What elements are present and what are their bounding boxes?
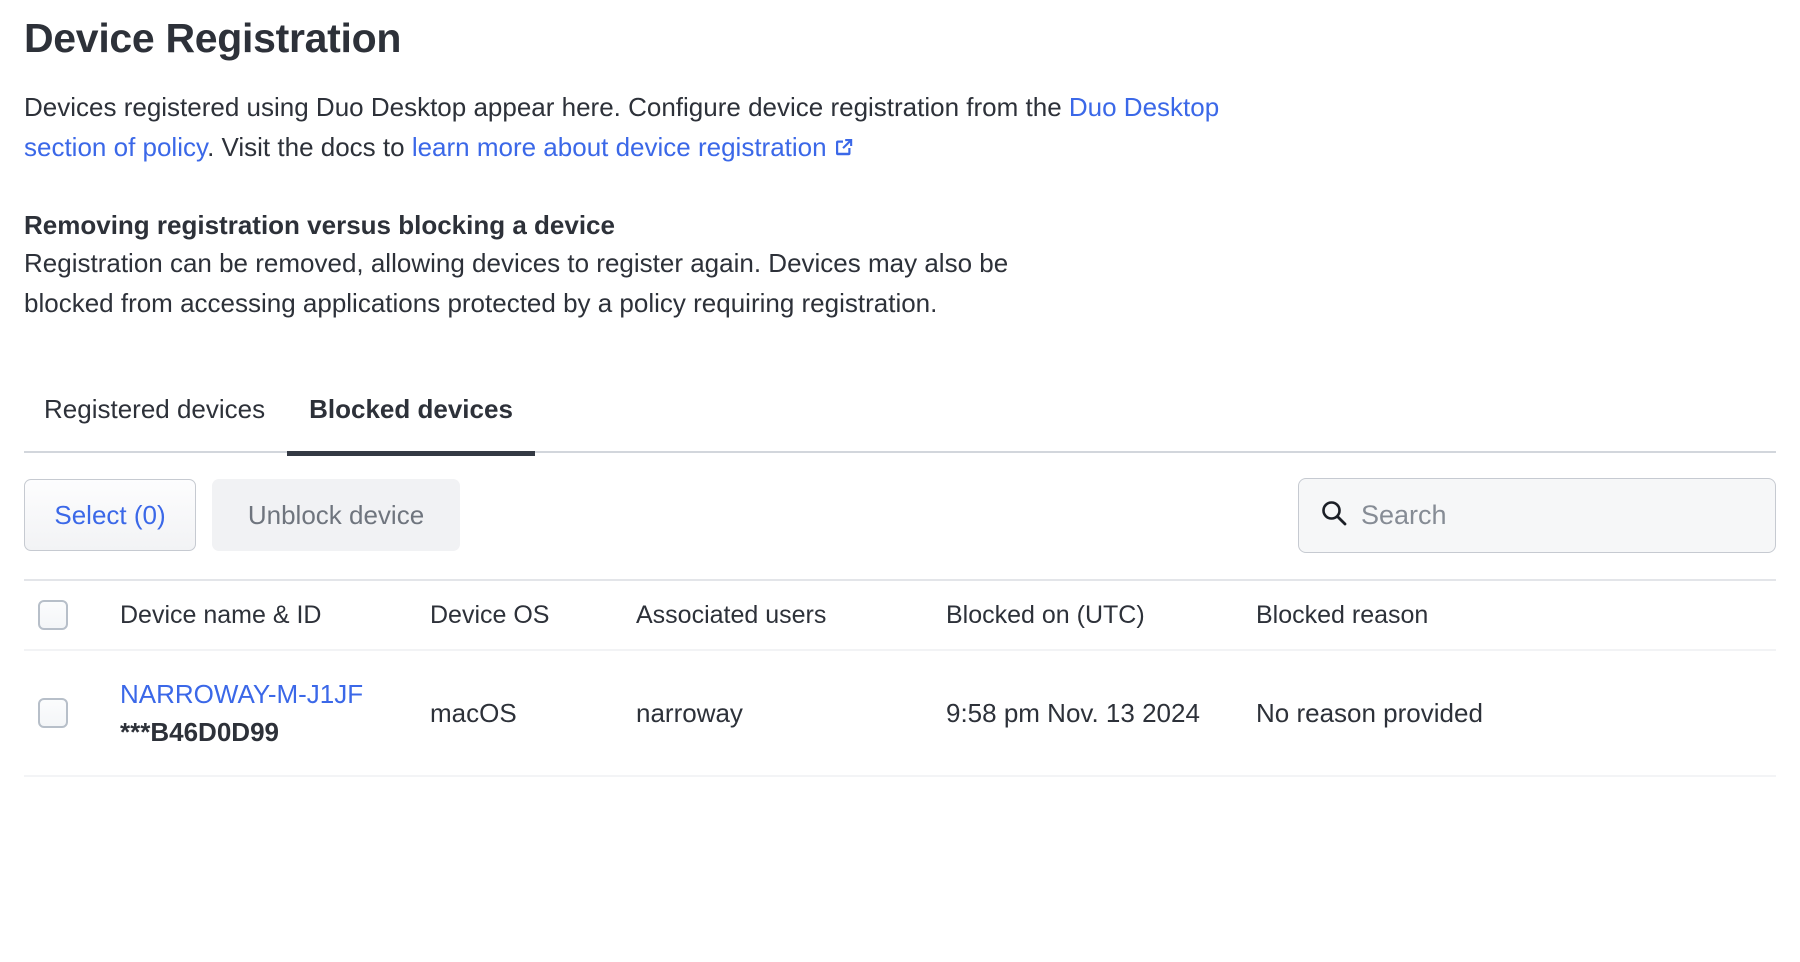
table-row: NARROWAY-M-J1JF ***B46D0D99 macOS narrow… [24,650,1776,776]
cell-device-name-id: NARROWAY-M-J1JF ***B46D0D99 [120,650,430,776]
column-header-device-name-id: Device name & ID [120,580,430,650]
device-id-text: ***B46D0D99 [120,715,430,749]
select-all-checkbox[interactable] [38,600,68,630]
info-heading: Removing registration versus blocking a … [24,207,1284,243]
learn-more-device-registration-link[interactable]: learn more about device registration [412,132,855,162]
external-link-icon [833,129,855,169]
blocked-devices-table: Device name & ID Device OS Associated us… [24,579,1776,777]
search-box[interactable] [1298,478,1776,553]
tab-registered-devices[interactable]: Registered devices [22,393,287,451]
info-body-line-1: Registration can be removed, allowing de… [24,243,1284,283]
intro-paragraph: Devices registered using Duo Desktop app… [24,87,1284,169]
column-header-associated-users: Associated users [636,580,946,650]
device-name-link[interactable]: NARROWAY-M-J1JF [120,677,430,711]
cell-associated-users: narroway [636,650,946,776]
cell-device-os: macOS [430,650,636,776]
intro-text-part-2: . Visit the docs to [207,132,412,162]
column-header-device-os: Device OS [430,580,636,650]
column-header-blocked-on: Blocked on (UTC) [946,580,1256,650]
page-title: Device Registration [24,0,1776,63]
tab-blocked-devices[interactable]: Blocked devices [287,393,535,451]
cell-blocked-reason: No reason provided [1256,650,1776,776]
info-body-line-2: blocked from accessing applications prot… [24,283,1284,323]
column-header-blocked-reason: Blocked reason [1256,580,1776,650]
table-header: Device name & ID Device OS Associated us… [24,580,1776,650]
tabs-bar: Registered devices Blocked devices [24,393,1776,453]
learn-more-link-label: learn more about device registration [412,132,827,162]
select-all-header-cell [24,580,120,650]
table-header-row: Device name & ID Device OS Associated us… [24,580,1776,650]
device-registration-page: Device Registration Devices registered u… [0,0,1800,962]
unblock-device-button[interactable]: Unblock device [212,479,460,551]
search-icon [1319,498,1349,533]
search-input[interactable] [1361,500,1755,531]
intro-text-part-1: Devices registered using Duo Desktop app… [24,92,1069,122]
table-toolbar: Select (0) Unblock device [24,479,1776,551]
table-body: NARROWAY-M-J1JF ***B46D0D99 macOS narrow… [24,650,1776,776]
row-select-cell [24,650,120,776]
removing-vs-blocking-block: Removing registration versus blocking a … [24,207,1284,323]
row-checkbox[interactable] [38,698,68,728]
cell-blocked-on: 9:58 pm Nov. 13 2024 [946,650,1256,776]
select-button[interactable]: Select (0) [24,479,196,551]
